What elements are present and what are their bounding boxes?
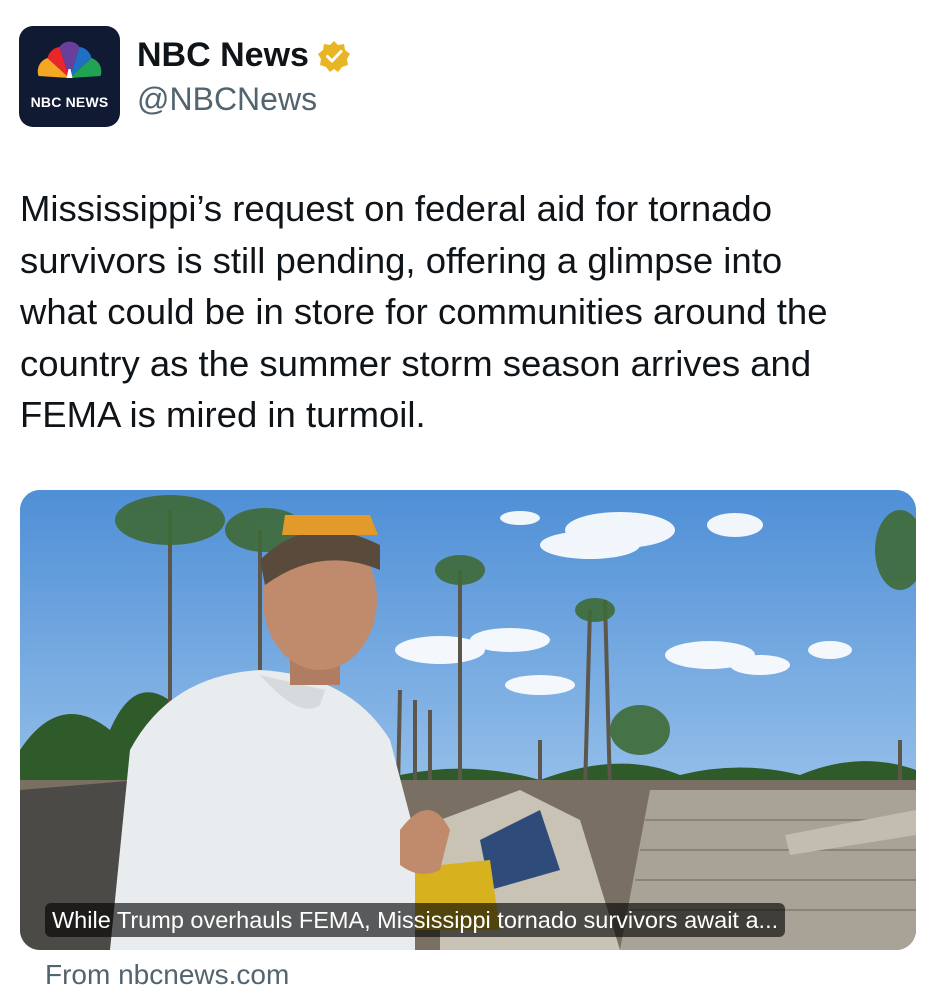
nbc-peacock-icon [37, 41, 102, 78]
display-name[interactable]: NBC News [137, 36, 351, 75]
handle[interactable]: @NBCNews [137, 81, 317, 118]
verified-badge-icon [317, 40, 350, 72]
display-name-text: NBC News [137, 36, 309, 74]
link-card-caption: While Trump overhauls FEMA, Mississippi … [45, 903, 786, 937]
avatar-label: NBC NEWS [30, 94, 109, 110]
avatar[interactable]: NBC NEWS [19, 26, 120, 127]
link-card-source[interactable]: From nbcnews.com [45, 959, 289, 991]
link-card[interactable]: While Trump overhauls FEMA, Mississippi … [20, 490, 916, 950]
article-photo [20, 490, 916, 950]
tweet-text: Mississippi’s request on federal aid for… [20, 188, 828, 435]
